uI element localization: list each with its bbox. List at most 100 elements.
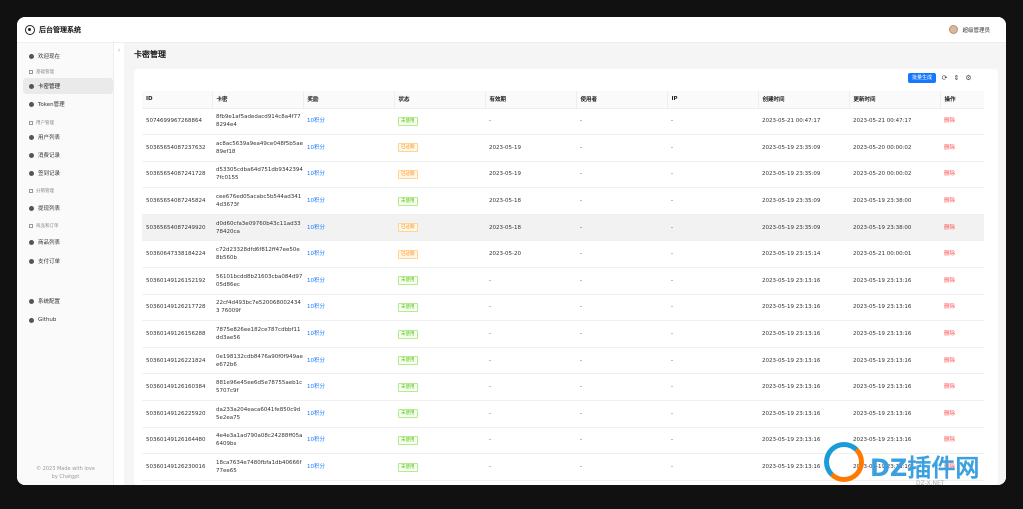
table-cell: 2023-05-19 23:35:09 [758,214,849,242]
table-cell: - [580,171,582,178]
sidebar-item-github[interactable]: Github [23,312,113,328]
delete-button[interactable]: 删除 [944,384,955,390]
table-cell: 2023-05-21 00:00:01 [849,240,940,269]
reward-link[interactable]: 10积分 [307,437,325,443]
sidebar-item-token[interactable]: Token管理 [23,96,113,112]
delete-button[interactable]: 删除 [944,331,955,337]
table-cell: - [580,304,582,311]
table-cell: 2023-05-19 23:13:16 [762,410,821,417]
table-cell: 2023-05-19 23:15:14 [762,251,821,258]
delete-button[interactable]: 删除 [944,304,955,310]
table-cell: - [576,187,667,215]
delete-button[interactable]: 删除 [944,251,955,257]
table-cell: 5036014912615628​8 [142,320,212,348]
table-cell: - [667,187,758,215]
reward-link[interactable]: 10积分 [307,171,325,177]
reward-link[interactable]: 10积分 [307,225,325,231]
table-cell: 删除 [940,320,984,348]
table-cell: 2023-05-21 00:47:17 [853,118,912,125]
table-cell: 2023-05-19 23:13:16 [853,384,912,391]
table-cell: 2023-05-20 00:00:02 [849,161,940,189]
delete-button[interactable]: 删除 [944,198,955,204]
status-badge: 未使用 [398,116,418,126]
reward-link[interactable]: 10积分 [307,145,325,151]
table-cell: 2023-05-20 00:00:02 [853,144,912,151]
github-icon [29,317,34,323]
delete-button[interactable]: 删除 [944,411,955,417]
table-cell: 5036565408724582​4 [142,187,212,215]
table-cell: - [580,410,582,417]
sidebar-item-products[interactable]: 商品列表 [23,234,113,250]
table-cell: 5036014912616448​0 [142,427,212,455]
table-cell: - [667,294,758,322]
batch-generate-button[interactable]: 批量生成 [907,73,936,83]
reward-link[interactable]: 10积分 [307,358,325,364]
status-badge: 已过期 [398,223,418,233]
wallet-icon [29,205,34,211]
table-cell: 2023-05-19 23:35:09 [762,198,821,205]
user-menu[interactable]: 超级管理员 [949,25,990,34]
settings-icon[interactable]: ⚙ [965,74,972,82]
sidebar-item-withdrawals[interactable]: 提现列表 [23,200,113,216]
sidebar-item-user-list[interactable]: 用户列表 [23,129,113,145]
delete-button[interactable]: 删除 [944,118,955,124]
table-cell: - [671,304,673,311]
table-cell: 2023-05-19 23:13:16 [762,437,821,444]
status-badge: 未使用 [398,382,418,392]
delete-button[interactable]: 删除 [944,225,955,231]
reward-link[interactable]: 10积分 [307,304,325,310]
table-cell: - [671,224,673,231]
sidebar-item-payments[interactable]: 支付订单 [23,253,113,269]
reward-link[interactable]: 10积分 [307,331,325,337]
status-badge: 未使用 [398,356,418,366]
sidebar-item-settings[interactable]: 系统配置 [23,293,113,309]
table-cell: - [580,251,582,258]
table-cell: - [576,347,667,375]
table-cell: 10积分 [303,320,394,348]
list-icon [29,134,34,140]
table-cell: 未使用 [394,453,485,481]
delete-button[interactable]: 删除 [944,171,955,177]
table-cell: - [671,277,673,284]
collapse-sidebar-button[interactable]: ‹ [114,47,124,57]
reward-link[interactable]: 10积分 [307,384,325,390]
table-row: 5036565408724992​0 d0d60cfa3e09760b43c11a… [142,214,984,242]
table-cell: d53305cdba64d751db93423947fc0155 [216,167,303,182]
table-cell: 22cf4d493bc7e5200680024343 76009f [212,294,303,322]
openai-logo-icon [25,25,35,35]
table-cell: da233a204eaca6041fe850c9d5e2ea75 [212,400,303,428]
table-cell: 8fb9e1af5adedacd914c8a4f778294e4 [212,108,303,136]
reward-link[interactable]: 10积分 [307,464,325,470]
reward-link[interactable]: 10积分 [307,198,325,204]
refresh-icon[interactable]: ⟳ [941,74,948,82]
sidebar-item-welcome[interactable]: 欢迎现在 [23,48,113,64]
delete-button[interactable]: 删除 [944,278,955,284]
table-cell: - [667,214,758,242]
delete-button[interactable]: 删除 [944,358,955,364]
table-cell: 5036014912621772​8 [146,304,206,311]
table-cell: 2023-05-19 23:13:16 [758,347,849,375]
table-cell: 5036064733818422​4 [146,251,206,258]
sidebar-group-basic: 基础管理 [29,69,54,75]
sidebar-item-cards[interactable]: 卡密管理 [23,78,113,94]
table-cell: 4e4e3a1ad790a08c24288ff05a6409bs [216,433,303,448]
sidebar-item-consumption[interactable]: 消费记录 [23,147,113,163]
app-title: 后台管理系统 [39,26,81,34]
column-height-icon[interactable]: ⇕ [953,74,960,82]
reward-link[interactable]: 10积分 [307,411,325,417]
gear-icon [29,298,34,304]
table-cell: 5036014912616038​4 [142,373,212,402]
table-row: 5036014912616038​4 881e96e45ee6d5e78755ae… [142,373,984,402]
table-cell: 5036565408724172​8 [142,161,212,189]
table-cell: ac8ac5639a9ea49ce048f5b5ae89ef18 [216,140,303,155]
reward-link[interactable]: 10积分 [307,278,325,284]
table-cell: - [576,400,667,428]
table-cell: 8fb9e1af5adedacd914c8a4f778294e4 [216,114,301,129]
delete-button[interactable]: 删除 [944,145,955,151]
reward-link[interactable]: 10积分 [307,118,325,124]
reward-link[interactable]: 10积分 [307,251,325,257]
table-cell: 2023-05-19 23:13:16 [853,304,912,311]
table-cell: 2023-05-19 23:13:16 [762,331,821,338]
list-icon [29,152,34,158]
sidebar-item-checkin[interactable]: 签到记录 [23,165,113,181]
